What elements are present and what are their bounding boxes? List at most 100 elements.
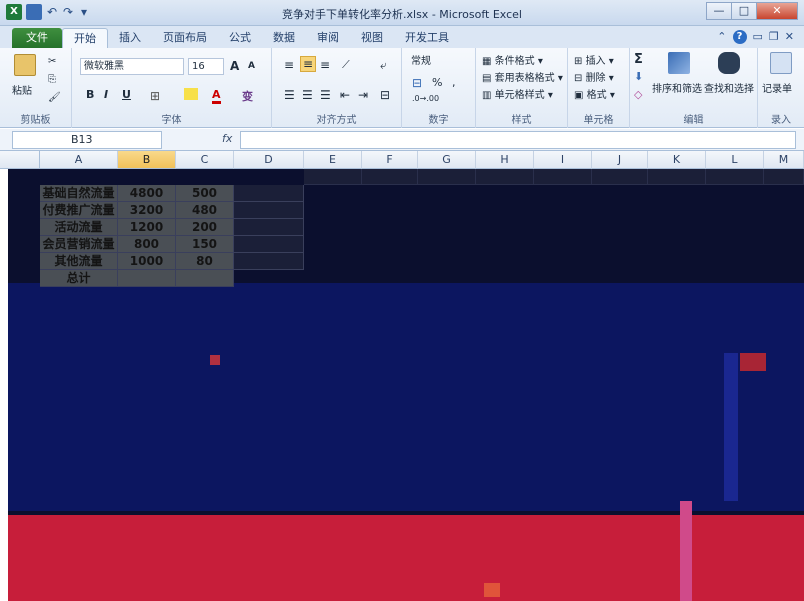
table-cell-c[interactable]: 500: [176, 185, 234, 202]
tab-page-layout[interactable]: 页面布局: [152, 28, 218, 48]
format-as-table-button[interactable]: ▤ 套用表格格式 ▾: [482, 69, 563, 84]
column-header-a[interactable]: A: [40, 151, 118, 169]
delete-cells-button[interactable]: ⊟ 删除 ▾: [574, 69, 614, 84]
column-header-c[interactable]: C: [176, 151, 234, 169]
phonetic-button[interactable]: 变: [242, 88, 253, 104]
table-cell-d[interactable]: [234, 202, 304, 219]
percent-button[interactable]: %: [432, 76, 442, 89]
column-header-m[interactable]: M: [764, 151, 804, 169]
table-cell-c[interactable]: 150: [176, 236, 234, 253]
tab-data[interactable]: 数据: [262, 28, 306, 48]
tab-review[interactable]: 审阅: [306, 28, 350, 48]
grid-cell[interactable]: [534, 169, 592, 185]
table-cell-a[interactable]: 活动流量: [40, 219, 118, 236]
insert-cells-button[interactable]: ⊞ 插入 ▾: [574, 52, 614, 67]
align-center-icon[interactable]: ☰: [302, 88, 313, 102]
minimize-button[interactable]: —: [706, 2, 732, 20]
sort-filter-button[interactable]: 排序和筛选: [652, 80, 702, 95]
fill-icon[interactable]: ⬇: [634, 70, 643, 83]
align-bottom-icon[interactable]: ≡: [320, 58, 330, 72]
column-header-j[interactable]: J: [592, 151, 648, 169]
find-select-icon[interactable]: [718, 52, 740, 74]
grid-cell[interactable]: [648, 169, 706, 185]
table-cell-a[interactable]: 总计: [40, 270, 118, 287]
paste-button[interactable]: 粘贴: [12, 82, 32, 97]
grow-font-button[interactable]: A: [230, 59, 239, 73]
shrink-font-button[interactable]: A: [248, 61, 255, 71]
cell-styles-button[interactable]: ▥ 单元格样式 ▾: [482, 86, 553, 101]
form-icon[interactable]: [770, 52, 792, 74]
form-button[interactable]: 记录单: [762, 80, 792, 95]
table-cell-c[interactable]: [176, 270, 234, 287]
sort-filter-icon[interactable]: [668, 52, 690, 74]
table-cell-b[interactable]: 1000: [118, 253, 176, 270]
column-header-f[interactable]: F: [362, 151, 418, 169]
column-header-h[interactable]: H: [476, 151, 534, 169]
table-cell-d[interactable]: [234, 185, 304, 202]
align-top-icon[interactable]: ≡: [284, 58, 294, 72]
font-color-button[interactable]: A: [212, 88, 221, 104]
format-cells-button[interactable]: ▣ 格式 ▾: [574, 86, 615, 101]
font-size-select[interactable]: 16: [188, 58, 224, 75]
conditional-format-button[interactable]: ▦ 条件格式 ▾: [482, 52, 543, 67]
increase-decimal-icon[interactable]: .0→.00: [412, 94, 439, 103]
table-cell-a[interactable]: 基础自然流量: [40, 185, 118, 202]
format-painter-icon[interactable]: 🖌: [48, 92, 61, 103]
currency-icon[interactable]: ⊟: [412, 76, 422, 90]
tab-formulas[interactable]: 公式: [218, 28, 262, 48]
ribbon-minimize-icon[interactable]: ▭: [753, 30, 763, 44]
align-middle-icon[interactable]: ≡: [300, 56, 317, 72]
ribbon-restore-icon[interactable]: ❐: [769, 30, 779, 44]
grid-cell[interactable]: [706, 169, 764, 185]
table-cell-d[interactable]: [234, 253, 304, 270]
grid-cell[interactable]: [764, 169, 804, 185]
tab-home[interactable]: 开始: [62, 28, 108, 48]
column-header-b[interactable]: B: [118, 151, 176, 169]
maximize-button[interactable]: □: [731, 2, 757, 20]
tab-developer[interactable]: 开发工具: [394, 28, 460, 48]
table-cell-a[interactable]: 付费推广流量: [40, 202, 118, 219]
collapse-ribbon-icon[interactable]: ⌃: [717, 30, 726, 44]
name-box[interactable]: B13: [12, 131, 162, 149]
table-cell-b[interactable]: 1200: [118, 219, 176, 236]
table-cell-b[interactable]: 4800: [118, 185, 176, 202]
paste-icon[interactable]: [14, 54, 36, 76]
table-cell-c[interactable]: 200: [176, 219, 234, 236]
merge-center-icon[interactable]: ⊟: [380, 88, 390, 102]
column-header-g[interactable]: G: [418, 151, 476, 169]
copy-icon[interactable]: ⎘: [48, 74, 56, 85]
align-left-icon[interactable]: ☰: [284, 88, 295, 102]
column-header-e[interactable]: E: [304, 151, 362, 169]
select-all-corner[interactable]: [0, 151, 40, 169]
grid-cell[interactable]: [418, 169, 476, 185]
formula-input[interactable]: [240, 131, 796, 149]
tab-view[interactable]: 视图: [350, 28, 394, 48]
tab-insert[interactable]: 插入: [108, 28, 152, 48]
worksheet-grid[interactable]: A B C D E F G H I J K L M 基础自然流量 4800 50…: [0, 151, 804, 601]
bold-button[interactable]: B: [86, 88, 94, 101]
column-header-i[interactable]: I: [534, 151, 592, 169]
clear-icon[interactable]: ◇: [634, 88, 642, 101]
fill-color-icon[interactable]: [184, 88, 198, 100]
border-icon[interactable]: ⊞: [150, 89, 160, 103]
grid-cell[interactable]: [362, 169, 418, 185]
table-cell-d[interactable]: [234, 236, 304, 253]
decrease-indent-icon[interactable]: ⇤: [340, 88, 350, 102]
table-cell-b[interactable]: 3200: [118, 202, 176, 219]
insert-function-button[interactable]: fx: [222, 132, 232, 145]
grid-cell[interactable]: [476, 169, 534, 185]
number-format-select[interactable]: 常规: [408, 54, 470, 71]
orientation-icon[interactable]: ⟋: [342, 58, 350, 72]
table-cell-c[interactable]: 80: [176, 253, 234, 270]
grid-cell[interactable]: [592, 169, 648, 185]
help-icon[interactable]: ?: [732, 30, 747, 44]
table-cell-b[interactable]: 800: [118, 236, 176, 253]
table-cell-a[interactable]: 其他流量: [40, 253, 118, 270]
table-cell-a[interactable]: 会员营销流量: [40, 236, 118, 253]
tab-file[interactable]: 文件: [12, 28, 62, 48]
ribbon-close-icon[interactable]: ✕: [785, 30, 794, 44]
column-header-k[interactable]: K: [648, 151, 706, 169]
grid-cell[interactable]: [304, 169, 362, 185]
column-header-d[interactable]: D: [234, 151, 304, 169]
table-cell-d[interactable]: [234, 219, 304, 236]
